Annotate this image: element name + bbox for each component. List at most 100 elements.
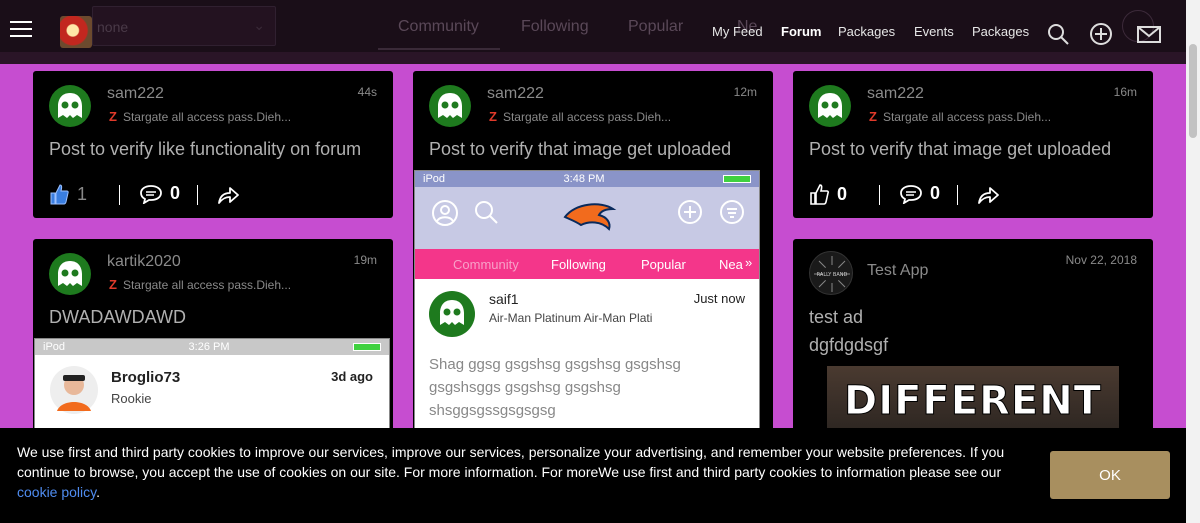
like-button[interactable]: 0	[809, 183, 847, 205]
post-card[interactable]: kartik2020 19m Z Stargate all access pass…	[33, 239, 393, 439]
nav-link-events[interactable]: Events	[914, 24, 954, 39]
post-username[interactable]: sam222	[487, 85, 544, 103]
post-group[interactable]: Z Stargate all access pass.Dieh...	[109, 109, 291, 124]
embed-body-text: Shag ggsg gsgshsg gsgshsg gsgshsg gsgshs…	[429, 356, 681, 419]
search-icon[interactable]	[1046, 22, 1070, 46]
comment-button[interactable]: 0	[140, 183, 180, 204]
ghost-tab-popular: Popular	[628, 18, 684, 35]
thumbs-up-icon	[810, 184, 829, 205]
post-card[interactable]: sam222 44s Z Stargate all access pass.Die…	[33, 71, 393, 218]
embed-status-bar: iPod 3:48 PM	[415, 171, 759, 187]
post-image[interactable]: iPod 3:48 PM Community Following Popular…	[414, 170, 760, 441]
post-image[interactable]: iPod 3:26 PM Broglio73 3d ago Rookie	[34, 338, 390, 439]
ad-timestamp: Nov 22, 2018	[1065, 253, 1137, 267]
group-z-icon: Z	[869, 109, 877, 124]
post-group-label: Stargate all access pass.Dieh...	[882, 110, 1052, 124]
avatar[interactable]	[49, 85, 91, 127]
avatar[interactable]	[809, 85, 851, 127]
embed-carrier: iPod	[43, 341, 66, 353]
embed-username: saif1	[489, 291, 519, 307]
embed-user-avatar	[50, 366, 98, 414]
hamburger-menu-icon[interactable]	[10, 21, 32, 37]
ad-avatar[interactable]: RALLY BAND	[809, 251, 853, 295]
ad-image-text: DIFFERENT	[844, 378, 1102, 425]
embed-carrier: iPod	[423, 173, 446, 185]
thumbs-up-icon	[50, 184, 69, 205]
post-timestamp: 12m	[733, 85, 757, 99]
share-icon[interactable]	[977, 185, 999, 205]
embed-status-bar: iPod 3:26 PM	[35, 339, 389, 355]
add-circle-icon[interactable]	[1089, 22, 1113, 46]
ghost-tab-underline	[378, 48, 500, 50]
ghost-avatar-icon	[58, 261, 82, 286]
post-username[interactable]: sam222	[867, 85, 924, 103]
post-timestamp: 19m	[353, 253, 377, 267]
post-group-label: Stargate all access pass.Dieh...	[502, 110, 672, 124]
comment-count: 0	[930, 183, 941, 203]
nav-link-packages-2[interactable]: Packages	[972, 24, 1029, 39]
group-z-icon: Z	[109, 277, 117, 292]
ghost-select-value: none	[97, 19, 129, 35]
avatar[interactable]	[49, 253, 91, 295]
ad-line-1: test ad	[809, 307, 864, 327]
cookie-policy-link[interactable]: cookie policy	[17, 484, 96, 500]
embed-tab-following: Following	[551, 257, 606, 272]
post-text: Post to verify that image get uploaded	[429, 139, 732, 159]
comment-button[interactable]: 0	[900, 183, 940, 204]
post-card[interactable]: sam222 16m Z Stargate all access pass.Die…	[793, 71, 1153, 218]
broncos-logo-icon	[563, 203, 617, 231]
nav-link-packages[interactable]: Packages	[838, 24, 895, 39]
top-navigation-bar: none ⌄ Community Following Popular Ne My…	[0, 0, 1186, 64]
ad-username[interactable]: Test App	[867, 262, 928, 280]
post-text: Post to verify like functionality on for…	[49, 139, 362, 159]
post-username[interactable]: sam222	[107, 85, 164, 103]
comment-icon	[140, 184, 162, 204]
battery-icon	[723, 175, 751, 183]
double-chevron-right-icon: »	[745, 255, 753, 270]
cookie-ok-button[interactable]: OK	[1050, 451, 1170, 499]
comment-icon	[900, 184, 922, 204]
embed-user-sub: Rookie	[111, 391, 152, 406]
post-group[interactable]: Z Stargate all access pass.Dieh...	[869, 109, 1051, 124]
post-card[interactable]: sam222 12m Z Stargate all access pass.Die…	[413, 71, 773, 441]
post-group[interactable]: Z Stargate all access pass.Dieh...	[489, 109, 671, 124]
post-timestamp: 16m	[1113, 85, 1137, 99]
ad-logo-text: RALLY BAND	[817, 272, 848, 278]
cookie-message: We use first and third party cookies to …	[17, 444, 1005, 480]
post-timestamp: 44s	[357, 85, 377, 99]
nav-link-forum[interactable]: Forum	[781, 24, 821, 39]
embed-add-icon	[678, 200, 702, 224]
cookie-period: .	[96, 484, 101, 500]
post-text: Post to verify that image get uploaded	[809, 139, 1112, 159]
ad-card[interactable]: RALLY BAND Test App Nov 22, 2018 test ad…	[793, 239, 1153, 439]
embed-time: Just now	[693, 291, 745, 306]
divider	[119, 185, 120, 205]
embed-user-sub: Air-Man Platinum Air-Man Plati	[489, 311, 653, 325]
comment-count: 0	[170, 183, 181, 203]
cookie-banner: We use first and third party cookies to …	[0, 428, 1186, 523]
ghost-avatar-icon	[58, 93, 82, 118]
post-username[interactable]: kartik2020	[107, 253, 181, 271]
nav-link-my-feed[interactable]: My Feed	[712, 24, 763, 39]
app-logo[interactable]	[60, 16, 92, 48]
share-icon[interactable]	[217, 185, 239, 205]
like-button[interactable]: 1	[49, 183, 87, 205]
battery-icon	[353, 343, 381, 351]
post-group[interactable]: Z Stargate all access pass.Dieh...	[109, 277, 291, 292]
page-scrollbar[interactable]	[1186, 0, 1200, 523]
ghost-tab-following: Following	[521, 18, 589, 35]
ghost-avatar-icon	[438, 93, 462, 118]
embed-tab-community: Community	[453, 257, 519, 272]
mail-icon[interactable]	[1137, 22, 1161, 46]
avatar[interactable]	[429, 85, 471, 127]
ad-logo-icon: RALLY BAND	[814, 256, 850, 292]
group-z-icon: Z	[109, 109, 117, 124]
embed-avatar	[429, 291, 475, 337]
like-count: 1	[77, 183, 88, 204]
scrollbar-thumb[interactable]	[1189, 44, 1197, 138]
divider	[879, 185, 880, 205]
cookie-text: We use first and third party cookies to …	[17, 442, 1007, 502]
embed-post: Broglio73 3d ago Rookie	[35, 355, 389, 438]
embed-time: 3d ago	[331, 369, 373, 384]
embed-search-icon	[475, 201, 498, 224]
